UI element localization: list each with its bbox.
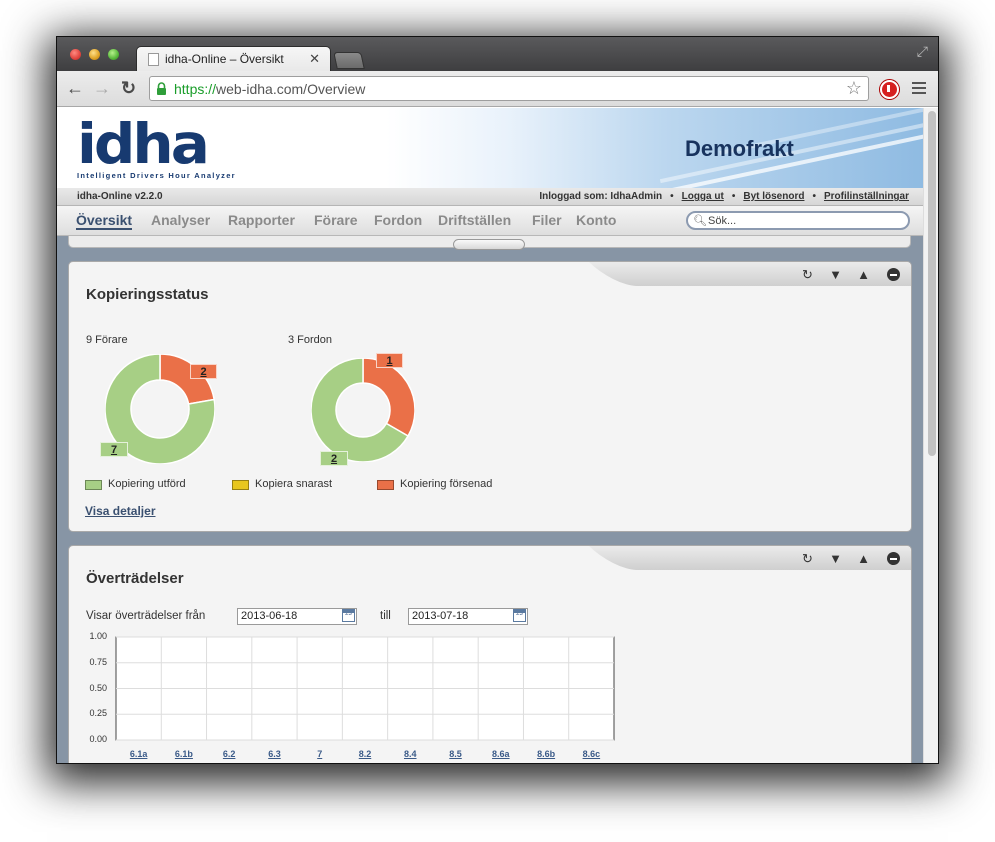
- logout-link[interactable]: Logga ut: [682, 191, 724, 202]
- panel-title: Överträdelser: [86, 570, 184, 587]
- forward-icon[interactable]: →: [93, 78, 111, 99]
- logo-text: idha: [77, 111, 210, 177]
- nav-oversikt[interactable]: Översikt: [76, 212, 133, 230]
- x-tick-label[interactable]: 8.2: [359, 749, 372, 759]
- date-range-label: Visar överträdelser från: [86, 610, 206, 622]
- nav-filer[interactable]: Filer: [532, 212, 562, 228]
- panel-title: Kopieringsstatus: [86, 286, 209, 303]
- tab-strip: idha-Online – Översikt ✕ ⤢: [57, 37, 938, 72]
- back-icon[interactable]: ←: [66, 78, 84, 99]
- move-down-icon[interactable]: ▼: [828, 267, 843, 282]
- page-viewport: idha Intelligent Drivers Hour Analyzer D…: [57, 108, 938, 763]
- chart-plot-area: [115, 636, 615, 741]
- panel-toolbar: ↻ ▼ ▲: [641, 262, 911, 286]
- app-version: idha-Online v2.2.0: [77, 191, 163, 202]
- browser-tab[interactable]: idha-Online – Översikt ✕: [136, 46, 331, 72]
- y-tick-label: 1.00: [89, 631, 107, 641]
- nav-analyser[interactable]: Analyser: [151, 212, 210, 228]
- y-tick-label: 0.75: [89, 656, 107, 667]
- page-scrollbar[interactable]: [923, 108, 938, 763]
- tab-title: idha-Online – Översikt: [165, 52, 284, 66]
- refresh-icon[interactable]: ↻: [800, 267, 815, 282]
- remove-icon[interactable]: [887, 268, 900, 281]
- nav-rapporter[interactable]: Rapporter: [228, 212, 295, 228]
- legend-swatch: [232, 480, 249, 490]
- page-icon: [148, 53, 159, 66]
- move-up-icon[interactable]: ▲: [856, 267, 871, 282]
- main-nav: Översikt Analyser Rapporter Förare Fordo…: [57, 206, 923, 236]
- close-tab-icon[interactable]: ✕: [309, 51, 320, 67]
- close-window-button[interactable]: [70, 49, 81, 60]
- drivers-late-badge[interactable]: 2: [190, 364, 217, 379]
- y-tick-label: 0.25: [89, 708, 107, 719]
- x-tick-label[interactable]: 7: [317, 749, 322, 759]
- company-name: Demofrakt: [685, 136, 794, 161]
- header-banner: idha Intelligent Drivers Hour Analyzer D…: [57, 108, 923, 188]
- date-range-row: Visar överträdelser från 2013-06-18 23 t…: [69, 608, 913, 628]
- bookmark-star-icon[interactable]: ☆: [846, 78, 862, 99]
- x-tick-label[interactable]: 8.6b: [537, 749, 555, 759]
- nav-fordon[interactable]: Fordon: [374, 212, 422, 228]
- nav-konto[interactable]: Konto: [576, 212, 616, 228]
- profile-settings-link[interactable]: Profilinställningar: [824, 191, 909, 202]
- minimize-window-button[interactable]: [89, 49, 100, 60]
- until-label: till: [380, 610, 391, 622]
- panel-toolbar: ↻ ▼ ▲: [641, 546, 911, 570]
- collapse-handle[interactable]: [453, 239, 525, 250]
- copy-status-panel: ↻ ▼ ▲ Kopieringsstatus 9 Förare 3 Fordon…: [68, 261, 912, 532]
- search-icon: 🔍︎: [693, 215, 707, 227]
- vehicles-late-badge[interactable]: 1: [376, 353, 403, 368]
- move-down-icon[interactable]: ▼: [828, 551, 843, 566]
- x-tick-label[interactable]: 6.2: [223, 749, 236, 759]
- zoom-window-button[interactable]: [108, 49, 119, 60]
- remove-icon[interactable]: [887, 552, 900, 565]
- drivers-count-label: 9 Förare: [86, 334, 128, 346]
- vehicles-count-label: 3 Fordon: [288, 334, 333, 346]
- x-tick-label[interactable]: 6.1b: [175, 749, 193, 759]
- url-text: https://web-idha.com/Overview: [174, 81, 366, 97]
- browser-window: idha-Online – Översikt ✕ ⤢ ← → ↻ https:/…: [57, 37, 938, 763]
- vehicles-done-badge[interactable]: 2: [320, 451, 348, 466]
- calendar-icon[interactable]: 23: [342, 609, 355, 622]
- violations-chart: 1.00 0.75 0.50 0.25 0.00 6.1a 6.1b 6.2 6.3 7 8.2 8.…: [69, 628, 913, 763]
- menu-icon[interactable]: [912, 82, 926, 97]
- x-tick-label[interactable]: 6.3: [268, 749, 281, 759]
- address-bar[interactable]: https://web-idha.com/Overview ☆: [149, 76, 869, 101]
- header-collapse-bar: [68, 236, 911, 250]
- violations-panel: ↻ ▼ ▲ Överträdelser Visar överträdelser …: [68, 545, 912, 763]
- y-tick-label: 0.50: [89, 682, 107, 693]
- move-up-icon[interactable]: ▲: [856, 551, 871, 566]
- search-placeholder: Sök...: [708, 215, 737, 227]
- y-tick-label: 0.00: [89, 734, 107, 744]
- fullscreen-icon[interactable]: ⤢: [917, 43, 928, 60]
- x-tick-label[interactable]: 8.5: [449, 749, 462, 759]
- calendar-icon[interactable]: 23: [513, 609, 526, 622]
- info-bar: idha-Online v2.2.0 Inloggad som: IdhaAdm…: [57, 188, 923, 206]
- x-tick-label[interactable]: 8.4: [404, 749, 417, 759]
- search-input[interactable]: 🔍︎ Sök...: [686, 211, 910, 230]
- show-details-link[interactable]: Visa detaljer: [85, 504, 156, 518]
- change-password-link[interactable]: Byt lösenord: [743, 191, 804, 202]
- x-tick-label[interactable]: 6.1a: [130, 749, 148, 759]
- drivers-done-badge[interactable]: 7: [100, 442, 128, 457]
- idha-logo[interactable]: idha Intelligent Drivers Hour Analyzer: [77, 111, 236, 180]
- from-date-field[interactable]: 2013-06-18: [237, 608, 357, 625]
- scrollbar-thumb[interactable]: [928, 111, 936, 456]
- x-tick-label[interactable]: 8.6c: [583, 749, 601, 759]
- user-bar: Inloggad som: IdhaAdmin • Logga ut • Byt lös…: [539, 191, 909, 202]
- reload-icon[interactable]: ↻: [121, 78, 136, 99]
- logged-in-label: Inloggad som: IdhaAdmin: [539, 191, 663, 202]
- new-tab-button[interactable]: [333, 52, 365, 69]
- x-tick-label[interactable]: 8.6a: [492, 749, 510, 759]
- vehicles-donut-chart[interactable]: [311, 358, 415, 462]
- legend-swatch: [85, 480, 102, 490]
- browser-toolbar: ← → ↻ https://web-idha.com/Overview ☆: [57, 71, 938, 107]
- nav-forare[interactable]: Förare: [314, 212, 358, 228]
- nav-driftstallen[interactable]: Driftställen: [438, 212, 511, 228]
- extension-stop-icon[interactable]: [880, 80, 899, 99]
- to-date-field[interactable]: 2013-07-18: [408, 608, 528, 625]
- refresh-icon[interactable]: ↻: [800, 551, 815, 566]
- lock-icon: [157, 82, 166, 95]
- legend-swatch: [377, 480, 394, 490]
